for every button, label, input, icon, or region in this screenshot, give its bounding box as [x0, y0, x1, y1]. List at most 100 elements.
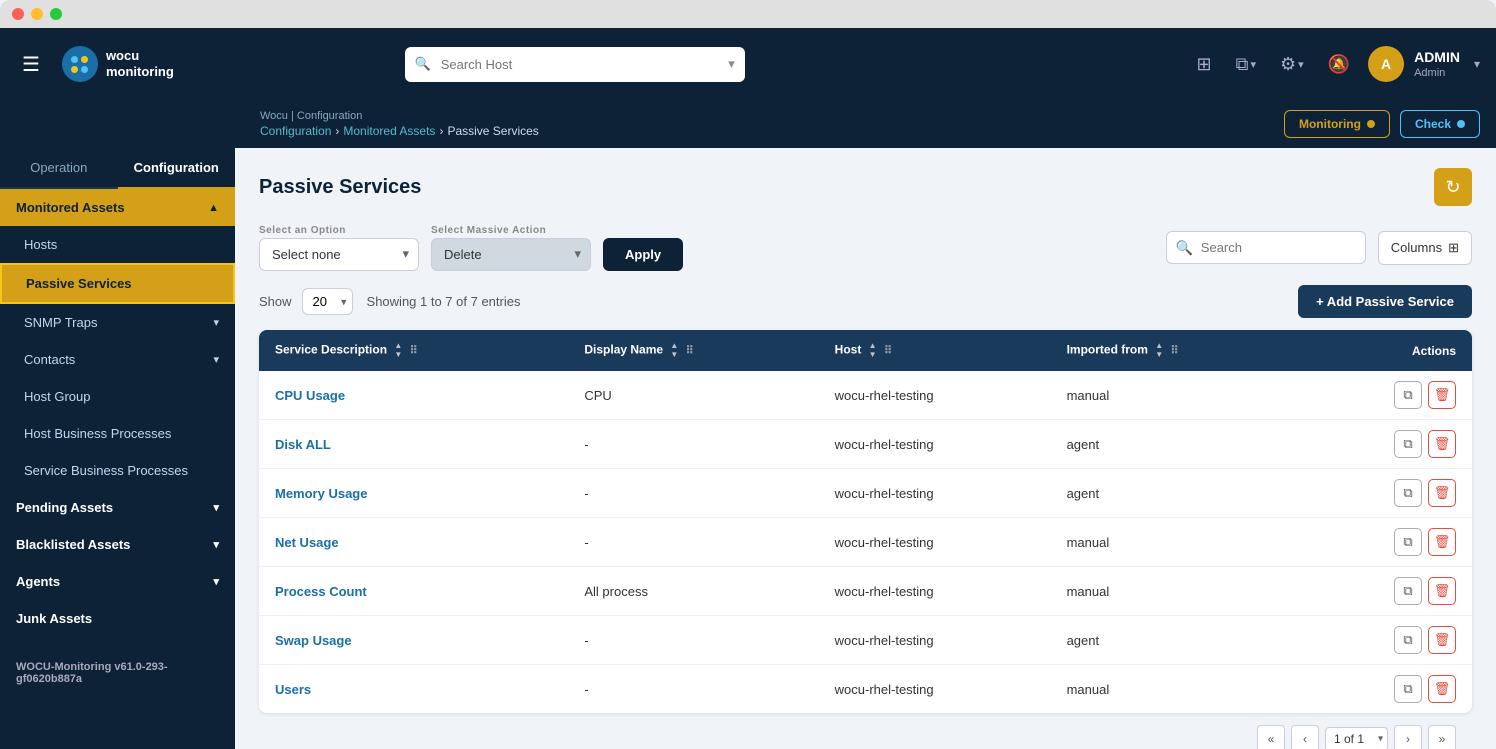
tab-operation[interactable]: Operation	[0, 148, 118, 187]
sidebar-item-pending-assets[interactable]: Pending Assets ▾	[0, 489, 235, 526]
alerts-icon[interactable]: 🔕	[1322, 48, 1356, 81]
service-link-2[interactable]: Memory Usage	[275, 486, 367, 501]
copy-button-4[interactable]: ⧉	[1394, 577, 1422, 605]
th-imported-from: Imported from ▲▼ ⠿	[1051, 330, 1306, 371]
sidebar-item-hosts[interactable]: Hosts	[0, 226, 235, 263]
action-buttons-1: ⧉ 🗑	[1322, 430, 1456, 458]
columns-button[interactable]: Columns ⊞	[1378, 231, 1472, 265]
user-menu[interactable]: A ADMIN Admin ▾	[1368, 46, 1480, 82]
delete-button-3[interactable]: 🗑	[1428, 528, 1456, 556]
secondbar: 🌐 Selected Realm WOCU ▾ Wocu | Configura…	[0, 100, 1496, 148]
service-link-4[interactable]: Process Count	[275, 584, 367, 599]
cell-service-description-1: Disk ALL	[259, 420, 568, 469]
sort-host-icon[interactable]: ▲▼	[869, 342, 877, 359]
sort-service-description-icon[interactable]: ▲▼	[394, 342, 402, 359]
copy-button-3[interactable]: ⧉	[1394, 528, 1422, 556]
delete-button-2[interactable]: 🗑	[1428, 479, 1456, 507]
add-passive-service-button[interactable]: + Add Passive Service	[1298, 285, 1472, 318]
show-select[interactable]: 20	[302, 288, 353, 315]
service-link-0[interactable]: CPU Usage	[275, 388, 345, 403]
copy-button-2[interactable]: ⧉	[1394, 479, 1422, 507]
page-header: Passive Services ↻	[259, 168, 1472, 206]
action-buttons-0: ⧉ 🗑	[1322, 381, 1456, 409]
table-row: Process Count All process wocu-rhel-test…	[259, 567, 1472, 616]
minimize-btn[interactable]	[31, 8, 43, 20]
select-option-label: Select an Option	[259, 225, 419, 236]
breadcrumb-monitored-assets[interactable]: Monitored Assets	[343, 124, 435, 138]
delete-button-5[interactable]: 🗑	[1428, 626, 1456, 654]
th-display-name: Display Name ▲▼ ⠿	[568, 330, 818, 371]
page-first-button[interactable]: «	[1257, 725, 1285, 749]
sidebar-item-agents[interactable]: Agents ▾	[0, 563, 235, 600]
delete-button-0[interactable]: 🗑	[1428, 381, 1456, 409]
bookmarks-icon[interactable]: ⧉ ▾	[1230, 48, 1262, 81]
sort-display-name-icon[interactable]: ▲▼	[670, 342, 678, 359]
search-wrap: 🔍 Columns ⊞	[1166, 231, 1472, 265]
delete-button-6[interactable]: 🗑	[1428, 675, 1456, 703]
cell-actions-5: ⧉ 🗑	[1306, 616, 1472, 665]
sidebar-item-junk-assets[interactable]: Junk Assets	[0, 600, 235, 637]
copy-button-0[interactable]: ⧉	[1394, 381, 1422, 409]
entries-info: Showing 1 to 7 of 7 entries	[367, 294, 521, 309]
page-last-button[interactable]: »	[1428, 725, 1456, 749]
sidebar-item-passive-services[interactable]: Passive Services	[0, 263, 235, 304]
search-host-input[interactable]	[405, 47, 745, 82]
sidebar-item-service-business-processes[interactable]: Service Business Processes	[0, 452, 235, 489]
sidebar-item-host-group[interactable]: Host Group	[0, 378, 235, 415]
sidebar-item-snmp-traps[interactable]: SNMP Traps ▾	[0, 304, 235, 341]
cell-imported-from-0: manual	[1051, 371, 1306, 420]
page-select[interactable]: 1 of 1	[1325, 727, 1388, 749]
cell-imported-from-2: agent	[1051, 469, 1306, 518]
main-layout: Operation Configuration Monitored Assets…	[0, 148, 1496, 749]
massive-action-select[interactable]: Delete	[431, 238, 591, 271]
copy-button-6[interactable]: ⧉	[1394, 675, 1422, 703]
refresh-button[interactable]: ↻	[1434, 168, 1472, 206]
topnav-actions: ⊞ ⧉ ▾ ⚙ ▾ 🔕 A ADMIN Admin ▾	[1191, 46, 1481, 82]
col-handle-imported-from-icon[interactable]: ⠿	[1171, 345, 1179, 357]
sidebar-item-host-business-processes[interactable]: Host Business Processes	[0, 415, 235, 452]
page-next-button[interactable]: ›	[1394, 725, 1422, 749]
settings-icon[interactable]: ⚙ ▾	[1274, 48, 1310, 81]
sidebar-item-contacts[interactable]: Contacts ▾	[0, 341, 235, 378]
notifications-icon[interactable]: ⊞	[1191, 48, 1218, 81]
cell-actions-3: ⧉ 🗑	[1306, 518, 1472, 567]
search-input[interactable]	[1166, 231, 1366, 264]
copy-button-5[interactable]: ⧉	[1394, 626, 1422, 654]
delete-button-4[interactable]: 🗑	[1428, 577, 1456, 605]
topbar-buttons: Monitoring Check	[1284, 110, 1496, 138]
main-content: Passive Services ↻ Select an Option Sele…	[235, 148, 1496, 749]
hamburger-menu[interactable]: ☰	[16, 46, 46, 83]
col-handle-display-name-icon[interactable]: ⠿	[686, 345, 694, 357]
logo: wocumonitoring	[62, 46, 174, 82]
logo-icon	[62, 46, 98, 82]
breadcrumb-top: Wocu | Configuration	[260, 110, 1284, 122]
service-link-3[interactable]: Net Usage	[275, 535, 339, 550]
sort-imported-from-icon[interactable]: ▲▼	[1155, 342, 1163, 359]
maximize-btn[interactable]	[50, 8, 62, 20]
service-link-5[interactable]: Swap Usage	[275, 633, 352, 648]
agents-caret-icon: ▾	[213, 575, 219, 588]
delete-button-1[interactable]: 🗑	[1428, 430, 1456, 458]
table-row: Disk ALL - wocu-rhel-testing agent ⧉ 🗑	[259, 420, 1472, 469]
service-link-6[interactable]: Users	[275, 682, 311, 697]
breadcrumb-configuration[interactable]: Configuration	[260, 124, 331, 138]
cell-actions-2: ⧉ 🗑	[1306, 469, 1472, 518]
page-prev-button[interactable]: ‹	[1291, 725, 1319, 749]
sidebar-item-blacklisted-assets[interactable]: Blacklisted Assets ▾	[0, 526, 235, 563]
apply-button[interactable]: Apply	[603, 238, 683, 271]
sidebar-item-monitored-assets[interactable]: Monitored Assets ▲	[0, 189, 235, 226]
close-btn[interactable]	[12, 8, 24, 20]
col-handle-service-description-icon[interactable]: ⠿	[410, 345, 418, 357]
breadcrumb-current: Passive Services	[447, 124, 538, 138]
select-option-select[interactable]: Select none	[259, 238, 419, 271]
cell-service-description-3: Net Usage	[259, 518, 568, 567]
tab-configuration[interactable]: Configuration	[118, 148, 236, 189]
copy-button-1[interactable]: ⧉	[1394, 430, 1422, 458]
search-host-chevron[interactable]: ▾	[728, 56, 735, 72]
cell-actions-1: ⧉ 🗑	[1306, 420, 1472, 469]
th-host: Host ▲▼ ⠿	[819, 330, 1051, 371]
service-link-1[interactable]: Disk ALL	[275, 437, 331, 452]
col-handle-host-icon[interactable]: ⠿	[884, 345, 892, 357]
monitoring-button[interactable]: Monitoring	[1284, 110, 1390, 138]
check-button[interactable]: Check	[1400, 110, 1480, 138]
